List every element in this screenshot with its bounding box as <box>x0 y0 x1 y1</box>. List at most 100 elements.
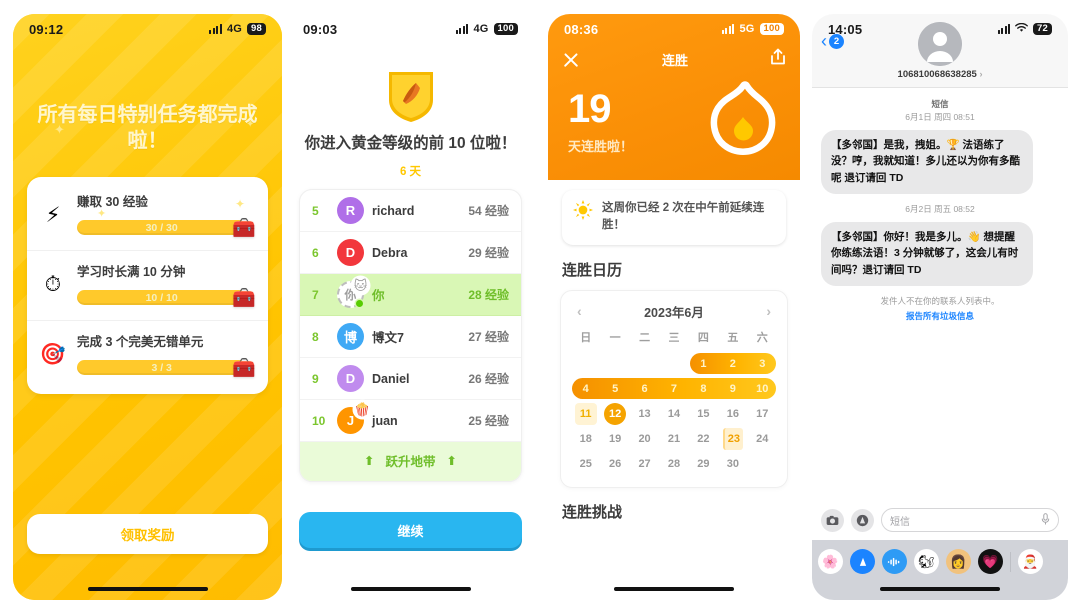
leaderboard-row[interactable]: 10 J 🍿 juan 25 经验 <box>300 400 521 443</box>
app-store-icon[interactable] <box>850 549 875 574</box>
calendar-weekday-label: 二 <box>639 331 651 344</box>
calendar-day-number[interactable]: 17 <box>748 403 777 425</box>
leaderboard-list: 5 R richard 54 经验 6 D Debra 29 经验 7 你 🐱 <box>299 189 522 483</box>
calendar-day-number[interactable]: 15 <box>689 403 718 425</box>
leaderboard-row[interactable]: 5 R richard 54 经验 <box>300 190 521 233</box>
streak-count: 19 <box>568 86 612 131</box>
back-button[interactable]: ‹ 2 <box>821 32 844 50</box>
digital-touch-icon[interactable]: 💗 <box>978 549 1003 574</box>
home-indicator[interactable] <box>880 586 1000 591</box>
quest-item[interactable]: ⏱ 学习时长满 10 分钟 10 / 10 🧰 <box>27 251 268 321</box>
avatar[interactable]: 博 <box>337 323 364 351</box>
home-indicator[interactable] <box>87 586 208 591</box>
chevron-right-icon[interactable]: › <box>766 303 771 319</box>
not-in-contacts-note: 发件人不在你的联系人列表中。 <box>880 296 1000 307</box>
calendar-day-cell[interactable]: 4 <box>571 377 776 400</box>
calendar-day-number[interactable]: 30 <box>718 453 747 475</box>
calendar-day-number: 5 <box>612 382 619 395</box>
home-indicator[interactable] <box>350 586 471 591</box>
treasure-chest-icon[interactable]: 🧰 <box>232 356 256 380</box>
avatar[interactable]: R <box>337 197 364 225</box>
sticker-pack-icon[interactable]: 🐿 <box>914 549 939 574</box>
signal-bars-icon <box>997 24 1011 34</box>
calendar-day-cell[interactable]: 3 <box>748 353 777 375</box>
avatar[interactable]: D <box>337 239 364 267</box>
chevron-left-icon[interactable]: ‹ <box>577 303 582 319</box>
message-input-bar: 短信 <box>812 501 1068 540</box>
memoji-icon[interactable]: 👩 <box>946 549 971 574</box>
streak-navbar: 连胜 <box>548 44 800 73</box>
calendar-day-number[interactable]: 21 <box>659 428 688 450</box>
calendar-day-cell[interactable]: 1 <box>689 352 777 375</box>
message-bubble[interactable]: 【多邻国】是我，拽姐。🏆 法语练了没？哼，我就知道！多儿还以为你有多酷呢 退订请… <box>821 129 1033 194</box>
audio-message-icon[interactable] <box>882 549 907 574</box>
calendar-day-cell[interactable]: 2 <box>718 353 747 375</box>
calendar-day-number[interactable]: 26 <box>600 453 629 475</box>
calendar-day-cell[interactable]: 23 <box>718 427 747 450</box>
calendar-day-cell[interactable]: 9 <box>718 378 747 400</box>
calendar-day-number[interactable]: 22 <box>689 428 718 450</box>
calendar-day-number[interactable]: 14 <box>659 403 688 425</box>
leaderboard-row[interactable]: 6 D Debra 29 经验 <box>300 232 521 275</box>
leaderboard-row-current-user[interactable]: 7 你 🐱 你 28 经验 <box>300 274 521 317</box>
calendar-day-number: 2 <box>729 357 736 370</box>
treasure-chest-icon[interactable]: 🧰 <box>232 286 256 310</box>
calendar-day-number[interactable]: 25 <box>571 453 600 475</box>
calendar-day-number[interactable]: 28 <box>659 453 688 475</box>
leaderboard-row[interactable]: 8 博 博文7 27 经验 <box>300 316 521 359</box>
message-input-placeholder: 短信 <box>890 516 910 528</box>
avatar[interactable]: J 🍿 <box>337 401 371 435</box>
calendar-empty-cell <box>600 353 629 375</box>
calendar-day-number[interactable]: 19 <box>600 428 629 450</box>
calendar-empty-cell <box>659 353 688 375</box>
battery-icon: 72 <box>1033 22 1052 36</box>
camera-icon[interactable] <box>821 508 844 532</box>
calendar-day-number[interactable]: 29 <box>689 453 718 475</box>
user-name: 你 <box>372 289 385 304</box>
sun-icon <box>573 200 593 225</box>
popcorn-emoji-icon: 🍿 <box>354 401 371 419</box>
sparkle-icon: ✦ <box>54 122 65 137</box>
user-xp: 28 经验 <box>468 288 509 303</box>
streak-note-text: 这周你已经 2 次在中午前延续连胜！ <box>602 202 765 232</box>
calendar-day-number[interactable]: 27 <box>630 453 659 475</box>
message-timestamp: 6月2日 周五 08:52 <box>821 203 1059 216</box>
nav-title: 连胜 <box>661 53 688 68</box>
calendar-day-number[interactable]: 20 <box>630 428 659 450</box>
photos-app-icon[interactable]: 🌸 <box>818 549 843 574</box>
calendar-day-cell[interactable]: 10 <box>748 378 777 400</box>
quest-item[interactable]: 🎯 完成 3 个完美无错单元 3 / 3 🧰 <box>27 321 268 390</box>
leaderboard-row[interactable]: 9 D Daniel 26 经验 <box>300 358 521 401</box>
calendar-day-number[interactable]: 18 <box>571 428 600 450</box>
search-input[interactable]: 短信 <box>881 508 1059 532</box>
calendar-day-cell[interactable]: 7 <box>659 378 688 400</box>
calendar-day-cell[interactable]: 5 <box>600 378 629 400</box>
imessage-app-dock: 🌸 🐿 👩 💗 🎅 <box>812 540 1068 600</box>
rank-number: 10 <box>312 413 326 428</box>
microphone-icon[interactable] <box>1041 512 1050 528</box>
report-spam-link[interactable]: 报告所有垃圾信息 <box>821 310 1059 322</box>
calendar-day-cell[interactable]: 12 <box>600 402 629 425</box>
calendar-day-cell[interactable]: 8 <box>689 378 718 400</box>
continue-button[interactable]: 继续 <box>299 512 522 548</box>
calendar-day-number[interactable]: 13 <box>630 403 659 425</box>
share-icon[interactable] <box>770 48 786 71</box>
calendar-day-number[interactable]: 16 <box>718 403 747 425</box>
close-icon[interactable] <box>562 51 580 69</box>
calendar-day-cell[interactable]: 6 <box>630 378 659 400</box>
calendar-day-number[interactable]: 24 <box>748 428 777 450</box>
calendar-day-cell[interactable]: 11 <box>571 402 600 425</box>
avatar-initial: D <box>345 245 356 261</box>
avatar[interactable]: 你 🐱 <box>337 277 369 309</box>
quest-item[interactable]: ⚡ 赚取 30 经验 30 / 30 🧰 <box>27 181 268 251</box>
app-store-icon[interactable] <box>851 508 874 532</box>
treasure-chest-icon[interactable]: 🧰 <box>232 216 256 240</box>
status-time: 09:03 <box>303 21 338 37</box>
claim-reward-button[interactable]: 领取奖励 <box>27 514 268 554</box>
recent-sticker-icon[interactable]: 🎅 <box>1018 549 1043 574</box>
message-bubble[interactable]: 【多邻国】你好！我是多儿。👋 想提醒你练练法语！3 分钟就够了，这会儿有时间吗？… <box>821 221 1033 287</box>
calendar-empty-cell <box>630 353 659 375</box>
home-indicator[interactable] <box>614 586 734 591</box>
avatar[interactable]: D <box>337 365 364 393</box>
promotion-zone-divider: ⬆ 跃升地带 ⬆ <box>300 442 521 482</box>
